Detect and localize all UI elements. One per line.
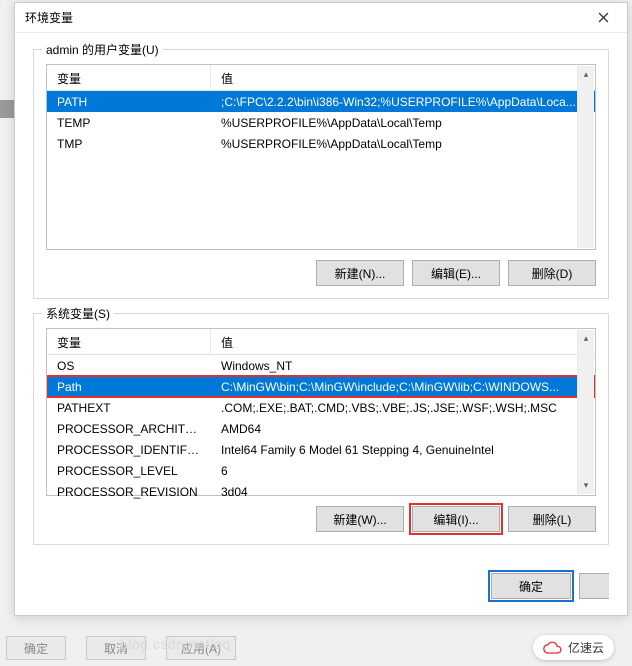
table-row-selected[interactable]: Path C:\MinGW\bin;C:\MinGW\include;C:\Mi… [47, 376, 595, 397]
user-col-value[interactable]: 值 [211, 65, 595, 90]
scrollbar[interactable]: ▴ ▾ [577, 330, 594, 494]
env-vars-dialog: 环境变量 admin 的用户变量(U) 变量 值 PATH ;C:\FPC\2.… [14, 2, 628, 616]
table-row[interactable]: PATHEXT .COM;.EXE;.BAT;.CMD;.VBS;.VBE;.J… [47, 397, 595, 418]
bg-ok-button: 确定 [6, 636, 66, 660]
cloud-icon [543, 641, 563, 655]
window-title: 环境变量 [25, 9, 73, 26]
user-vars-group: admin 的用户变量(U) 变量 值 PATH ;C:\FPC\2.2.2\b… [33, 49, 609, 299]
table-row[interactable]: PATH ;C:\FPC\2.2.2\bin\i386-Win32;%USERP… [47, 91, 595, 112]
cancel-button-partial[interactable] [579, 573, 609, 599]
sys-col-value[interactable]: 值 [211, 329, 595, 354]
user-edit-button[interactable]: 编辑(E)... [412, 260, 500, 286]
system-vars-table[interactable]: 变量 值 OS Windows_NT Path C:\MinGW\bin;C:\… [46, 328, 596, 496]
scrollbar[interactable]: ▴ [577, 66, 594, 248]
user-vars-label: admin 的用户变量(U) [42, 41, 163, 58]
sys-col-variable[interactable]: 变量 [47, 329, 211, 354]
titlebar: 环境变量 [15, 3, 627, 33]
ok-button[interactable]: 确定 [491, 573, 571, 599]
user-vars-table[interactable]: 变量 值 PATH ;C:\FPC\2.2.2\bin\i386-Win32;%… [46, 64, 596, 250]
sys-edit-button[interactable]: 编辑(I)... [412, 506, 500, 532]
sys-delete-button[interactable]: 删除(L) [508, 506, 596, 532]
system-vars-group: 系统变量(S) 变量 值 OS Windows_NT Path C:\MinGW… [33, 313, 609, 545]
table-row[interactable]: PROCESSOR_ARCHITECT... AMD64 [47, 418, 595, 439]
scroll-down-icon[interactable]: ▾ [578, 477, 594, 494]
watermark-text: 亿速云 [568, 639, 604, 656]
table-row[interactable]: PROCESSOR_LEVEL 6 [47, 460, 595, 481]
close-button[interactable] [583, 4, 623, 32]
table-row[interactable]: PROCESSOR_IDENTIFIER Intel64 Family 6 Mo… [47, 439, 595, 460]
table-row[interactable]: TMP %USERPROFILE%\AppData\Local\Temp [47, 133, 595, 154]
table-row[interactable]: OS Windows_NT [47, 355, 595, 376]
url-watermark: blog.csdn.net/qq [120, 636, 231, 652]
watermark-badge: 亿速云 [533, 635, 614, 660]
sys-new-button[interactable]: 新建(W)... [316, 506, 404, 532]
table-row[interactable]: PROCESSOR_REVISION 3d04 [47, 481, 595, 502]
user-col-variable[interactable]: 变量 [47, 65, 211, 90]
table-row[interactable]: TEMP %USERPROFILE%\AppData\Local\Temp [47, 112, 595, 133]
system-vars-label: 系统变量(S) [42, 305, 114, 322]
close-icon [598, 12, 609, 23]
user-delete-button[interactable]: 删除(D) [508, 260, 596, 286]
user-new-button[interactable]: 新建(N)... [316, 260, 404, 286]
scroll-up-icon[interactable]: ▴ [578, 330, 594, 347]
scroll-up-icon[interactable]: ▴ [578, 66, 594, 83]
